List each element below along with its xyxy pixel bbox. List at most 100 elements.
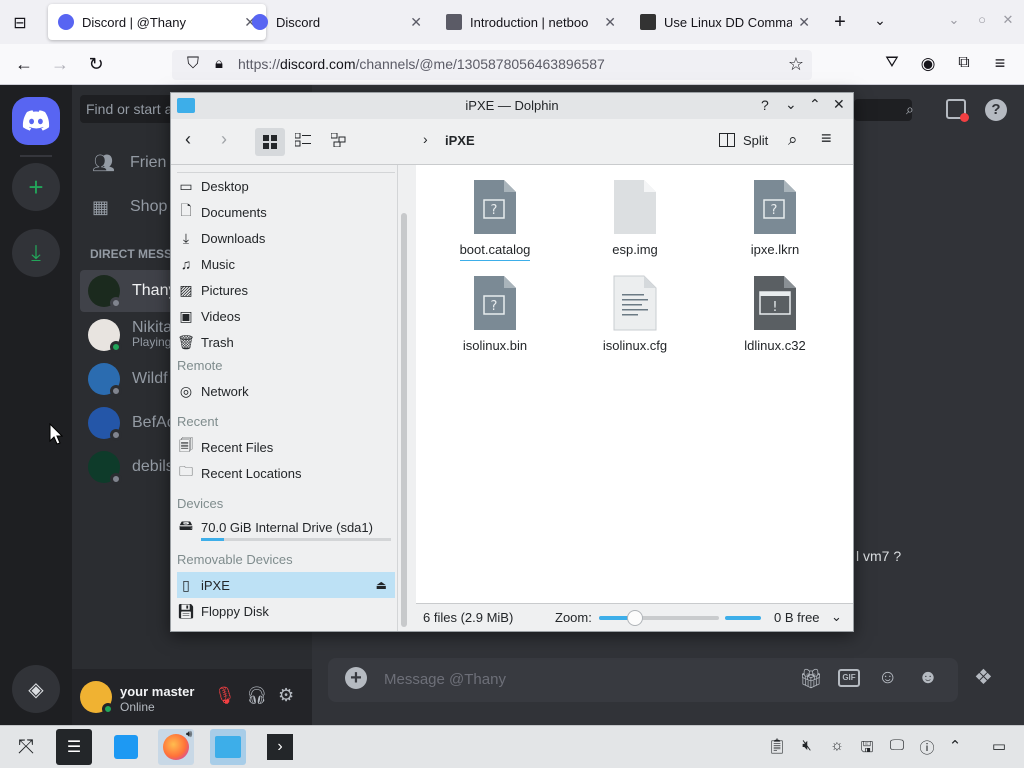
file-item[interactable]: isolinux.cfg bbox=[565, 274, 705, 353]
attach-plus-icon[interactable]: + bbox=[345, 667, 367, 689]
places-item-documents[interactable]: 🗋︎ Documents bbox=[177, 199, 395, 225]
mute-microphone-icon[interactable]: 🎙︎ bbox=[214, 686, 236, 706]
avatar[interactable] bbox=[80, 681, 114, 715]
headphones-icon[interactable]: 🎧︎ bbox=[246, 686, 268, 706]
maximize-window-icon[interactable]: ○ bbox=[970, 12, 994, 27]
message-input[interactable]: Message @Thany bbox=[384, 671, 506, 688]
pocket-icon[interactable]: ⛛ bbox=[880, 54, 904, 72]
tracking-protection-icon[interactable]: ⛉ bbox=[181, 55, 205, 73]
breadcrumb-current[interactable]: iPXE bbox=[445, 133, 475, 148]
search-icon[interactable]: ⌕ bbox=[906, 101, 914, 118]
details-view-button[interactable] bbox=[331, 133, 347, 147]
places-item-ipxe[interactable]: ▯ iPXE ⏏ bbox=[177, 572, 395, 598]
tab-discord[interactable]: Discord ✕ bbox=[242, 4, 432, 40]
places-item-floppy[interactable]: 💾︎ Floppy Disk bbox=[177, 598, 395, 624]
new-tab-icon[interactable]: + bbox=[828, 11, 852, 34]
brightness-icon[interactable]: ☼ bbox=[826, 737, 848, 754]
discover-button[interactable]: ◈ bbox=[12, 665, 60, 713]
places-item-network[interactable]: ◎ Network bbox=[177, 378, 395, 404]
file-item[interactable]: esp.img bbox=[565, 178, 705, 257]
file-item[interactable]: ? ipxe.lkrn bbox=[705, 178, 845, 257]
close-icon[interactable]: ✕ bbox=[833, 96, 845, 113]
reload-icon[interactable]: ↻ bbox=[84, 54, 108, 75]
tab-discord-thany[interactable]: Discord | @Thany ✕ bbox=[48, 4, 266, 40]
show-hidden-icons-icon[interactable]: ⌃ bbox=[944, 737, 966, 755]
videos-icon: ▣ bbox=[179, 307, 193, 324]
zoom-slider-handle[interactable] bbox=[627, 610, 643, 626]
emoji-icon[interactable]: ☻ bbox=[918, 667, 938, 689]
display-icon[interactable]: 🖵︎ bbox=[886, 737, 908, 754]
file-item[interactable]: ? isolinux.bin bbox=[425, 274, 565, 353]
help-icon[interactable]: ? bbox=[761, 97, 769, 113]
tab-introduction[interactable]: Introduction | netboo ✕ bbox=[436, 4, 626, 40]
eject-icon[interactable]: ⏏ bbox=[376, 578, 387, 592]
dolphin-taskbar-icon[interactable] bbox=[210, 729, 246, 765]
add-server-button[interactable]: + bbox=[12, 163, 60, 211]
app-menu-icon[interactable]: ≡ bbox=[988, 53, 1012, 74]
places-item-videos[interactable]: ▣ Videos bbox=[177, 303, 395, 329]
system-settings-icon[interactable]: ☰ bbox=[56, 729, 92, 765]
account-icon[interactable]: ◉ bbox=[916, 54, 940, 74]
help-icon[interactable]: ⓘ bbox=[916, 737, 938, 758]
sticker-icon[interactable]: ☺ bbox=[878, 667, 897, 689]
split-button[interactable]: Split bbox=[743, 133, 768, 148]
inbox-icon[interactable] bbox=[946, 99, 969, 122]
places-item-internal-drive[interactable]: 🖴︎ 70.0 GiB Internal Drive (sda1) bbox=[177, 514, 395, 540]
show-desktop-icon[interactable]: ▭ bbox=[988, 737, 1010, 755]
compact-view-button[interactable] bbox=[295, 133, 311, 147]
application-launcher-icon[interactable]: ⤧ bbox=[8, 729, 44, 765]
file-item[interactable]: ! ldlinux.c32 bbox=[705, 274, 845, 353]
close-window-icon[interactable]: ✕ bbox=[996, 12, 1020, 28]
places-item-pictures[interactable]: ▨ Pictures bbox=[177, 277, 395, 303]
search-icon[interactable]: ⌕ bbox=[788, 130, 798, 150]
avatar bbox=[88, 275, 122, 309]
back-icon[interactable]: ← bbox=[12, 54, 36, 75]
file-item[interactable]: ? boot.catalog bbox=[425, 178, 565, 261]
split-icon[interactable] bbox=[719, 133, 735, 147]
minimize-icon[interactable]: ⌄ bbox=[785, 96, 797, 113]
tab-linux-dd[interactable]: Use Linux DD Comma ✕ bbox=[630, 4, 820, 40]
list-all-tabs-icon[interactable]: ⌄ bbox=[868, 12, 892, 29]
places-item-recent-files[interactable]: 🗐︎ Recent Files bbox=[177, 434, 395, 460]
clipboard-icon[interactable]: 📋︎ bbox=[766, 737, 788, 755]
places-item-downloads[interactable]: ⤓ Downloads bbox=[177, 225, 395, 251]
forward-icon[interactable]: → bbox=[48, 54, 72, 75]
close-tab-icon[interactable]: ✕ bbox=[410, 14, 422, 31]
url-text[interactable]: https://discord.com/channels/@me/1305878… bbox=[238, 56, 605, 72]
help-icon[interactable]: ? bbox=[985, 99, 1007, 121]
gift-icon[interactable]: 🎁︎ bbox=[799, 667, 823, 691]
free-space-text[interactable]: 0 B free bbox=[774, 610, 820, 625]
disk-icon[interactable]: 🖫︎ bbox=[856, 737, 878, 762]
places-scrollbar[interactable] bbox=[401, 213, 407, 627]
places-item-music[interactable]: ♫ Music bbox=[177, 251, 395, 277]
icons-view-button[interactable] bbox=[255, 128, 285, 156]
konsole-icon[interactable]: › bbox=[262, 729, 298, 765]
tab-list-icon[interactable]: ⊟ bbox=[8, 13, 32, 33]
minimize-window-icon[interactable]: ⌄ bbox=[942, 12, 966, 28]
close-tab-icon[interactable]: ✕ bbox=[798, 14, 810, 31]
apps-icon[interactable]: ❖ bbox=[974, 665, 993, 690]
discover-store-icon[interactable] bbox=[108, 729, 144, 765]
forward-icon[interactable]: › bbox=[221, 129, 227, 150]
chevron-down-icon[interactable]: ⌄ bbox=[831, 609, 842, 625]
gif-icon[interactable]: GIF bbox=[838, 669, 860, 687]
extensions-icon[interactable]: ⧉ bbox=[952, 54, 976, 72]
hamburger-menu-icon[interactable]: ≡ bbox=[821, 128, 832, 149]
settings-gear-icon[interactable]: ⚙ bbox=[278, 685, 294, 706]
audio-playing-icon: 🔊︎ bbox=[186, 729, 193, 740]
lock-icon[interactable]: 🔒︎ bbox=[207, 55, 231, 72]
zoom-slider[interactable] bbox=[599, 610, 719, 626]
bookmark-star-icon[interactable]: ☆ bbox=[784, 54, 808, 75]
discord-home-button[interactable] bbox=[12, 97, 60, 145]
places-item-recent-locations[interactable]: 🗀︎ Recent Locations bbox=[177, 460, 395, 486]
conversation-search[interactable] bbox=[854, 99, 912, 121]
places-item-trash[interactable]: 🗑︎ Trash bbox=[177, 329, 395, 355]
volume-muted-icon[interactable]: 🔇︎ bbox=[796, 737, 818, 754]
maximize-icon[interactable]: ⌃ bbox=[809, 96, 821, 113]
dolphin-title-bar[interactable]: iPXE — Dolphin ? ⌄ ⌃ ✕ bbox=[171, 93, 853, 119]
places-item-desktop[interactable]: ▭ Desktop bbox=[177, 173, 395, 199]
close-tab-icon[interactable]: ✕ bbox=[604, 14, 616, 31]
back-icon[interactable]: ‹ bbox=[185, 129, 191, 150]
file-view[interactable]: ? boot.catalog esp.img ? ipxe.lkrn ? iso… bbox=[416, 165, 853, 603]
download-apps-button[interactable]: ⤓ bbox=[12, 229, 60, 277]
